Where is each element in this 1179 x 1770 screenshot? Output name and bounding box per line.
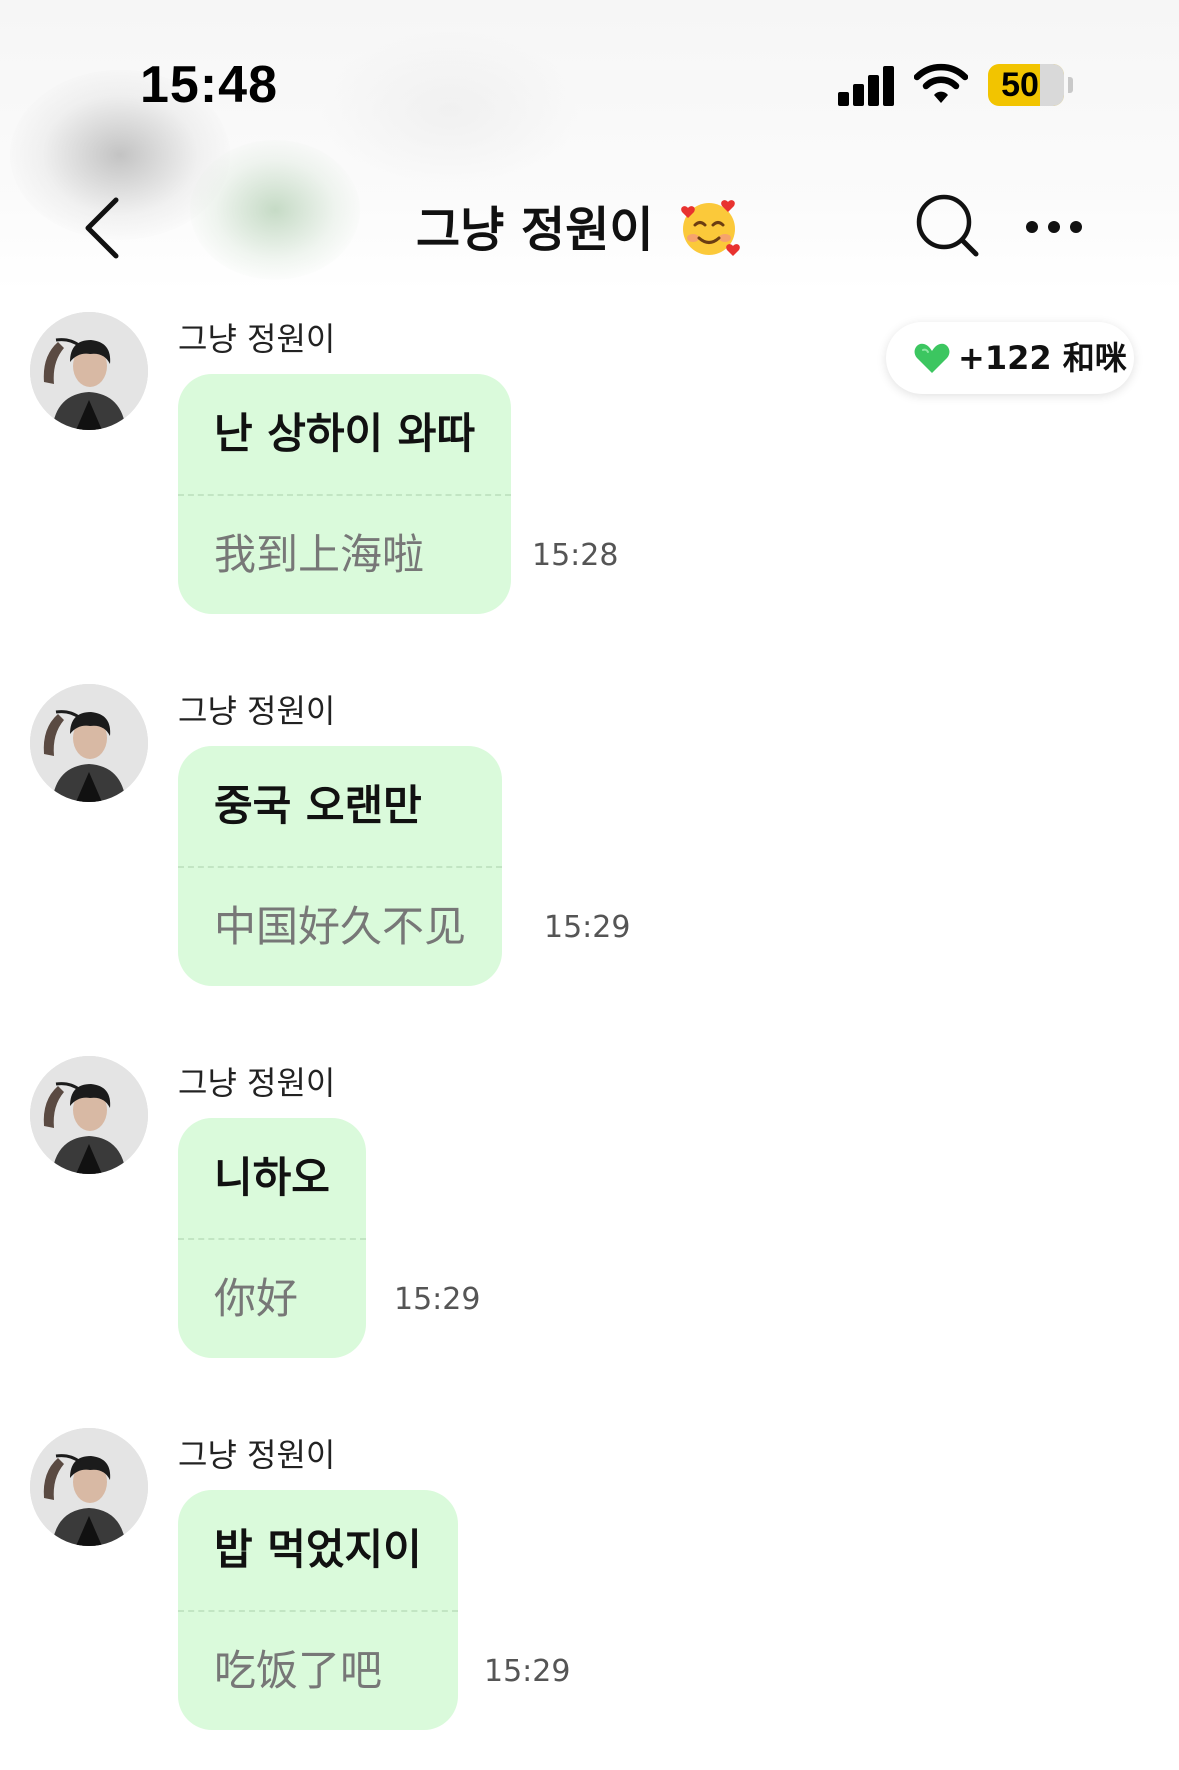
message-original-text: 난 상하이 와따	[214, 409, 476, 458]
avatar[interactable]	[30, 684, 148, 802]
search-button[interactable]	[912, 190, 984, 262]
green-heart-icon	[914, 343, 950, 373]
avatar[interactable]	[30, 312, 148, 430]
battery-level: 50	[1001, 66, 1039, 104]
chevron-left-icon	[85, 197, 119, 259]
avatar-photo	[30, 1428, 148, 1546]
message-translation-text: 中国好久不见	[214, 902, 467, 951]
back-button[interactable]	[76, 192, 132, 264]
message-bubble[interactable]: 밥 먹었지이 吃饭了吧	[178, 1490, 458, 1730]
sender-name: 그냥 정원이	[178, 1064, 336, 1102]
sender-name: 그냥 정원이	[178, 692, 336, 730]
sender-name: 그냥 정원이	[178, 320, 336, 358]
more-horizontal-icon	[1070, 221, 1082, 233]
message-time: 15:29	[544, 910, 631, 945]
message-bubble[interactable]: 중국 오랜만 中国好久不见	[178, 746, 503, 986]
more-button[interactable]	[1026, 212, 1098, 242]
wifi-icon	[914, 63, 968, 103]
blurred-region	[190, 140, 360, 280]
message-original-text: 밥 먹었지이	[214, 1525, 422, 1574]
message-bubble[interactable]: 난 상하이 와따 我到上海啦	[178, 374, 512, 614]
chat-title: 그냥 정원이	[416, 202, 654, 258]
smiling-face-with-hearts-icon	[681, 200, 740, 256]
message-original-text: 니하오	[214, 1153, 330, 1202]
message-time: 15:29	[394, 1282, 481, 1317]
message-time: 15:28	[532, 538, 619, 573]
avatar-photo	[30, 1056, 148, 1174]
message-original-text: 중국 오랜만	[214, 781, 422, 830]
battery-tip	[1068, 77, 1073, 93]
avatar-photo	[30, 684, 148, 802]
message-time: 15:29	[484, 1654, 571, 1689]
sender-name: 그냥 정원이	[178, 1436, 336, 1474]
blurred-region	[320, 30, 580, 190]
points-badge[interactable]: +122 和咪	[886, 322, 1134, 394]
message-translation-text: 吃饭了吧	[214, 1646, 383, 1695]
more-horizontal-icon	[1026, 221, 1038, 233]
search-icon	[916, 194, 979, 257]
message-translation-text: 你好	[214, 1274, 299, 1323]
avatar[interactable]	[30, 1056, 148, 1174]
status-time: 15:48	[140, 56, 278, 114]
more-horizontal-icon	[1048, 221, 1060, 233]
points-text: +122 和咪	[958, 339, 1127, 377]
battery-icon: 50	[988, 64, 1064, 106]
avatar[interactable]	[30, 1428, 148, 1546]
message-bubble[interactable]: 니하오 你好	[178, 1118, 366, 1358]
message-translation-text: 我到上海啦	[214, 530, 425, 579]
avatar-photo	[30, 312, 148, 430]
cellular-signal-icon	[838, 66, 896, 106]
